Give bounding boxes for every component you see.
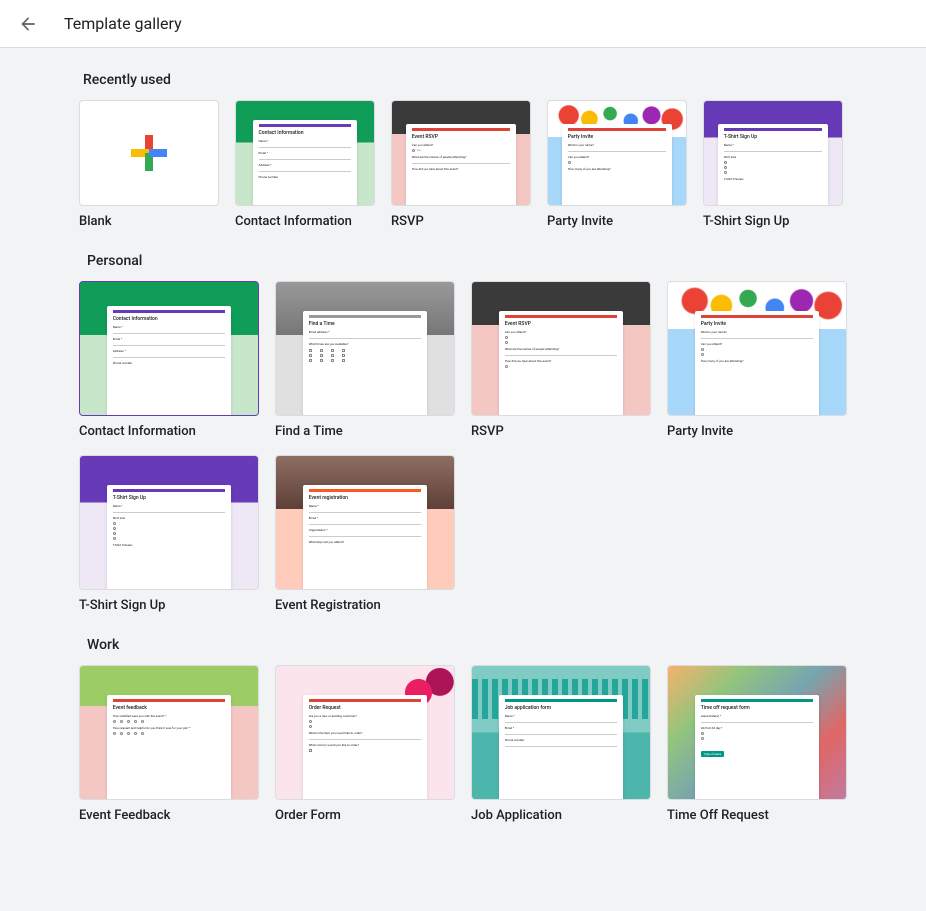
header: Template gallery xyxy=(0,0,926,48)
template-rsvp[interactable]: Event RSVP Can you attend? Yes What are … xyxy=(391,100,531,229)
template-label: T-Shirt Sign Up xyxy=(703,214,843,229)
section-recently-used: Recently used Blank xyxy=(79,72,847,229)
template-contact-info[interactable]: Contact Information Name * Email * Addre… xyxy=(235,100,375,229)
section-title: Work xyxy=(87,637,847,653)
template-blank[interactable]: Blank xyxy=(79,100,219,229)
template-label: Party Invite xyxy=(547,214,687,229)
template-tshirt[interactable]: T-Shirt Sign Up Name * Shirt size T-Shir… xyxy=(703,100,843,229)
arrow-back-icon xyxy=(18,14,38,34)
plus-icon xyxy=(131,135,167,171)
template-label: Contact Information xyxy=(79,424,259,439)
template-find-time[interactable]: Find a Time Email address * What times a… xyxy=(275,281,455,439)
template-label: Blank xyxy=(79,214,219,229)
template-label: Order Form xyxy=(275,808,455,823)
template-label: RSVP xyxy=(471,424,651,439)
template-label: T-Shirt Sign Up xyxy=(79,598,259,613)
template-party-invite[interactable]: Party Invite What is your name? Can you … xyxy=(667,281,847,439)
template-job-application[interactable]: Job application form Name * Email * Phon… xyxy=(471,665,651,823)
template-label: Job Application xyxy=(471,808,651,823)
template-label: RSVP xyxy=(391,214,531,229)
page-title: Template gallery xyxy=(64,14,182,33)
template-contact-info[interactable]: Contact Information Name * Email * Addre… xyxy=(79,281,259,439)
back-button[interactable] xyxy=(16,12,40,36)
template-rsvp[interactable]: Event RSVP Can you attend? What are the … xyxy=(471,281,651,439)
template-order-form[interactable]: Order Request Are you a new or existing … xyxy=(275,665,455,823)
template-label: Event Registration xyxy=(275,598,455,613)
template-label: Contact Information xyxy=(235,214,375,229)
template-tshirt[interactable]: T-Shirt Sign Up Name * Shirt size T-Shir… xyxy=(79,455,259,613)
section-title: Personal xyxy=(87,253,847,269)
template-label: Find a Time xyxy=(275,424,455,439)
template-event-registration[interactable]: Event registration Name * Email * Organi… xyxy=(275,455,455,613)
section-title: Recently used xyxy=(83,72,847,88)
template-party-invite[interactable]: Party Invite What is your name? Can you … xyxy=(547,100,687,229)
template-label: Party Invite xyxy=(667,424,847,439)
template-label: Time Off Request xyxy=(667,808,847,823)
template-time-off[interactable]: Time off request form Leave Date(s) * Al… xyxy=(667,665,847,823)
section-personal: Personal Contact Information Name * Emai… xyxy=(79,253,847,613)
template-label: Event Feedback xyxy=(79,808,259,823)
template-event-feedback[interactable]: Event feedback How satisfied were you wi… xyxy=(79,665,259,823)
section-work: Work Event feedback How satisfied were y… xyxy=(79,637,847,823)
